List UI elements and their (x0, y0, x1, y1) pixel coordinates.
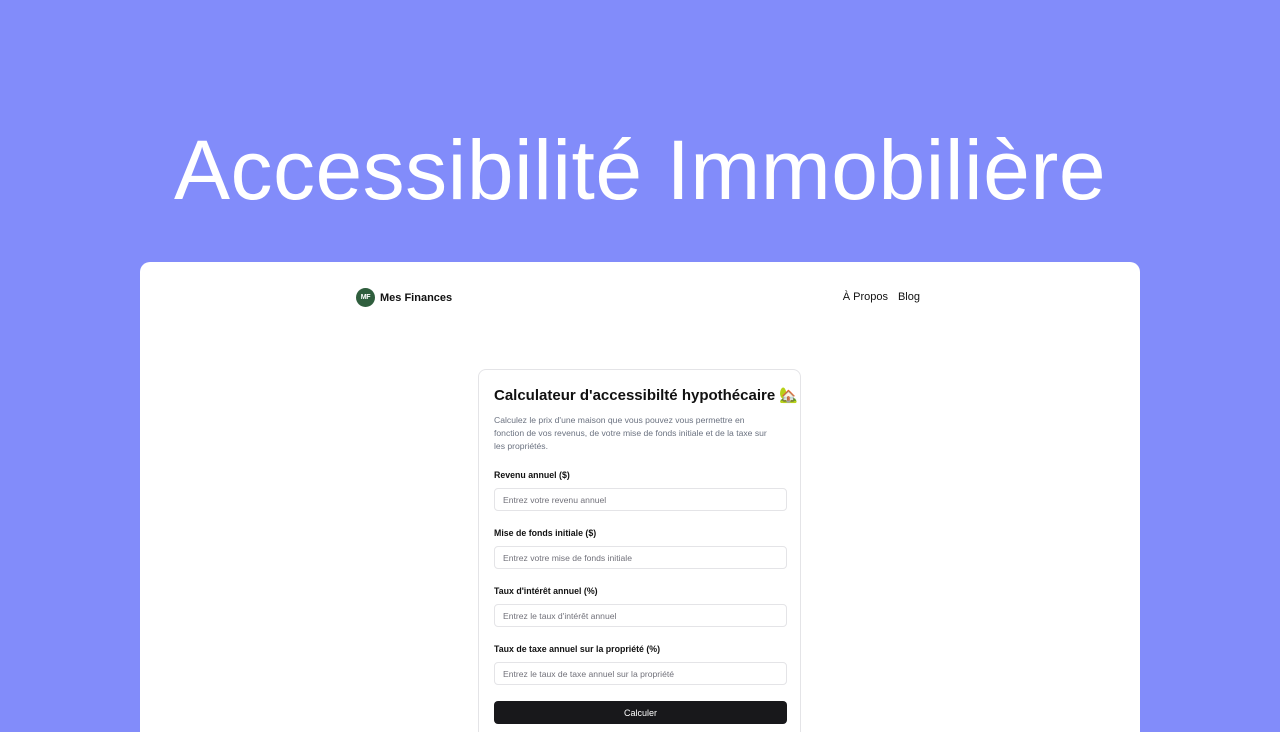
hero-title: Accessibilité Immobilière (173, 123, 1107, 217)
calculator-card: Calculateur d'accessibilté hypothécaire … (478, 369, 801, 732)
browser-window: MF Mes Finances À Propos Blog Calculateu… (140, 262, 1140, 732)
calculator-description: Calculez le prix d'une maison que vous p… (494, 415, 767, 451)
calculate-button[interactable]: Calculer (494, 701, 787, 724)
interest-rate-input[interactable] (494, 604, 787, 627)
income-input[interactable] (494, 488, 787, 511)
calculator-title: Calculateur d'accessibilté hypothécaire … (494, 387, 799, 404)
down-payment-label: Mise de fonds initiale ($) (494, 528, 597, 538)
interest-rate-label: Taux d'intérêt annuel (%) (494, 586, 598, 596)
logo-name: Mes Finances (380, 291, 453, 304)
property-tax-label: Taux de taxe annuel sur la propriété (%) (494, 644, 661, 654)
nav-link-blog[interactable]: Blog (898, 291, 920, 303)
site-logo[interactable]: MF Mes Finances (356, 288, 452, 307)
nav-link-about[interactable]: À Propos (843, 291, 888, 303)
down-payment-input[interactable] (494, 546, 787, 569)
main-nav: À Propos Blog (843, 291, 920, 303)
logo-badge-icon: MF (356, 288, 375, 307)
income-label: Revenu annuel ($) (494, 470, 570, 480)
site-header: MF Mes Finances À Propos Blog (356, 288, 920, 308)
property-tax-input[interactable] (494, 662, 787, 685)
